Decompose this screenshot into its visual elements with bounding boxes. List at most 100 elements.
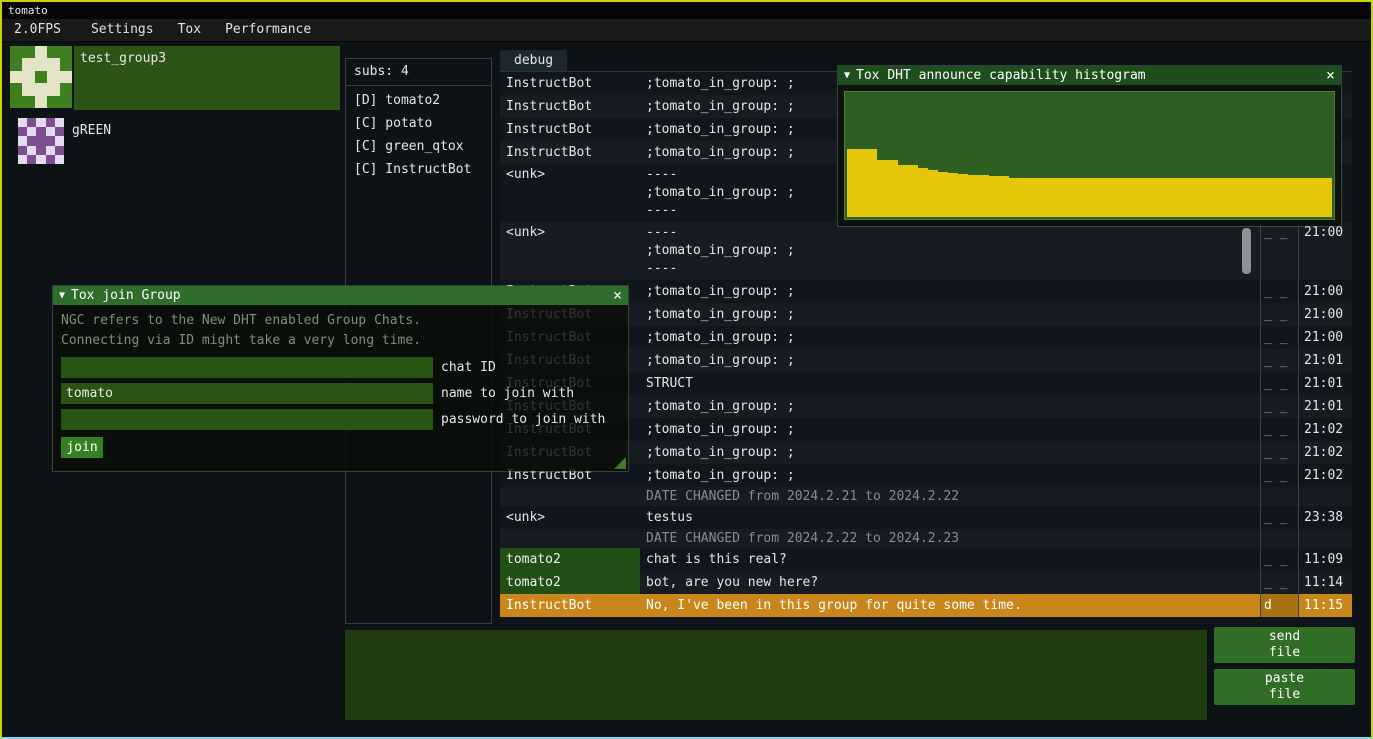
member-item[interactable]: [D] tomato2	[346, 89, 491, 112]
message-row[interactable]: InstructBotNo, I've been in this group f…	[500, 594, 1352, 617]
member-item[interactable]: [C] InstructBot	[346, 158, 491, 181]
send-file-button[interactable]: send file	[1214, 627, 1355, 663]
delivery-indicator	[1260, 487, 1298, 506]
histogram-bar	[1171, 178, 1181, 217]
collapse-icon[interactable]: ▼	[844, 70, 850, 81]
avatar-pixel	[18, 146, 27, 155]
fps-counter: 2.0FPS	[2, 19, 73, 41]
message-sender: InstructBot	[500, 141, 640, 164]
delivery-indicator: _ _	[1260, 464, 1298, 487]
join-name-input[interactable]	[61, 383, 433, 404]
delivery-indicator: _ _	[1260, 222, 1298, 280]
date-separator-row: DATE CHANGED from 2024.2.21 to 2024.2.22	[500, 487, 1352, 506]
message-row[interactable]: tomato2chat is this real?_ _11:09	[500, 548, 1352, 571]
join-group-titlebar[interactable]: ▼ Tox join Group ×	[53, 286, 628, 305]
join-button[interactable]: join	[61, 437, 103, 458]
avatar-pixel	[27, 146, 36, 155]
delivery-indicator: _ _	[1260, 548, 1298, 571]
histogram-bar	[918, 168, 928, 217]
histogram-bar	[867, 149, 877, 217]
delivery-indicator: _ _	[1260, 418, 1298, 441]
avatar-pixel	[36, 146, 45, 155]
close-icon[interactable]: ×	[1326, 68, 1335, 83]
group-item-green[interactable]: gREEN	[10, 118, 340, 168]
message-timestamp: 21:00	[1298, 326, 1352, 349]
message-sender: InstructBot	[500, 72, 640, 95]
histogram-bar	[1241, 178, 1251, 217]
message-text: bot, are you new here?	[640, 571, 1260, 594]
avatar-pixel	[60, 71, 72, 83]
histogram-bar	[1211, 178, 1221, 217]
message-text: STRUCT	[640, 372, 1260, 395]
histogram-bar	[877, 160, 887, 217]
group-item-test-group3[interactable]: test_group3	[10, 46, 340, 110]
group-avatar	[10, 46, 72, 108]
paste-file-button[interactable]: paste file	[1214, 669, 1355, 705]
histogram-bar	[989, 176, 999, 217]
date-separator-text: DATE CHANGED from 2024.2.21 to 2024.2.22	[640, 487, 1260, 506]
menu-item-tox[interactable]: Tox	[166, 19, 213, 41]
resize-grip[interactable]	[614, 457, 626, 469]
message-sender: tomato2	[500, 571, 640, 594]
avatar-pixel	[10, 58, 22, 70]
histogram-bar	[1282, 178, 1292, 217]
avatar-pixel	[18, 118, 27, 127]
dht-histogram-titlebar[interactable]: ▼ Tox DHT announce capability histogram …	[838, 66, 1341, 85]
message-timestamp: 21:00	[1298, 222, 1352, 280]
message-text: ;tomato_in_group: ;	[640, 303, 1260, 326]
message-timestamp: 21:01	[1298, 372, 1352, 395]
chat-id-input[interactable]	[61, 357, 433, 378]
collapse-icon[interactable]: ▼	[59, 290, 65, 301]
menu-item-settings[interactable]: Settings	[79, 19, 166, 41]
message-row[interactable]: tomato2bot, are you new here?_ _11:14	[500, 571, 1352, 594]
message-text: testus	[640, 506, 1260, 529]
avatar-pixel	[60, 46, 72, 58]
delivery-indicator: _ _	[1260, 303, 1298, 326]
avatar-pixel	[36, 136, 45, 145]
avatar-pixel	[47, 71, 59, 83]
dht-histogram-body	[838, 85, 1341, 226]
histogram-bar	[1130, 178, 1140, 217]
tab-debug[interactable]: debug	[500, 50, 567, 71]
message-text: ;tomato_in_group: ;	[640, 280, 1260, 303]
message-text: chat is this real?	[640, 548, 1260, 571]
menu-item-performance[interactable]: Performance	[213, 19, 323, 41]
member-item[interactable]: [C] green_qtox	[346, 135, 491, 158]
message-row[interactable]: <unk>---- ;tomato_in_group: ; ----_ _21:…	[500, 222, 1352, 280]
histogram-plot	[844, 91, 1335, 220]
avatar-pixel	[55, 155, 64, 164]
join-group-title: Tox join Group	[71, 288, 607, 303]
member-item[interactable]: [C] potato	[346, 112, 491, 135]
message-timestamp: 21:00	[1298, 303, 1352, 326]
histogram-bar	[898, 165, 908, 217]
histogram-bar	[1261, 178, 1271, 217]
group-labelbox[interactable]: gREEN	[66, 118, 340, 168]
avatar-pixel	[55, 146, 64, 155]
message-text: ;tomato_in_group: ;	[640, 349, 1260, 372]
window-titlebar[interactable]: tomato	[2, 2, 1371, 19]
message-row[interactable]: <unk>testus_ _23:38	[500, 506, 1352, 529]
histogram-bar	[978, 175, 988, 217]
delivery-indicator: _ _	[1260, 441, 1298, 464]
join-password-input[interactable]	[61, 409, 433, 430]
histogram-bar	[1140, 178, 1150, 217]
close-icon[interactable]: ×	[613, 288, 622, 303]
message-timestamp	[1298, 529, 1352, 548]
join-group-body: NGC refers to the New DHT enabled Group …	[53, 305, 628, 471]
message-timestamp: 21:02	[1298, 464, 1352, 487]
message-input[interactable]	[345, 630, 1207, 720]
group-selected-highlight[interactable]: test_group3	[74, 46, 340, 110]
avatar-pixel	[22, 46, 34, 58]
message-sender: <unk>	[500, 506, 640, 529]
histogram-bar	[1201, 178, 1211, 217]
delivery-indicator: _ _	[1260, 280, 1298, 303]
avatar-pixel	[47, 58, 59, 70]
histogram-bar	[1181, 178, 1191, 217]
group-name: gREEN	[72, 123, 111, 138]
subs-header: subs: 4	[346, 59, 491, 84]
menu-bar: 2.0FPS SettingsToxPerformance	[2, 19, 1371, 42]
message-text: No, I've been in this group for quite so…	[640, 594, 1260, 617]
message-sender: <unk>	[500, 222, 640, 280]
message-sender: <unk>	[500, 164, 640, 222]
chat-scrollbar[interactable]	[1242, 228, 1251, 274]
